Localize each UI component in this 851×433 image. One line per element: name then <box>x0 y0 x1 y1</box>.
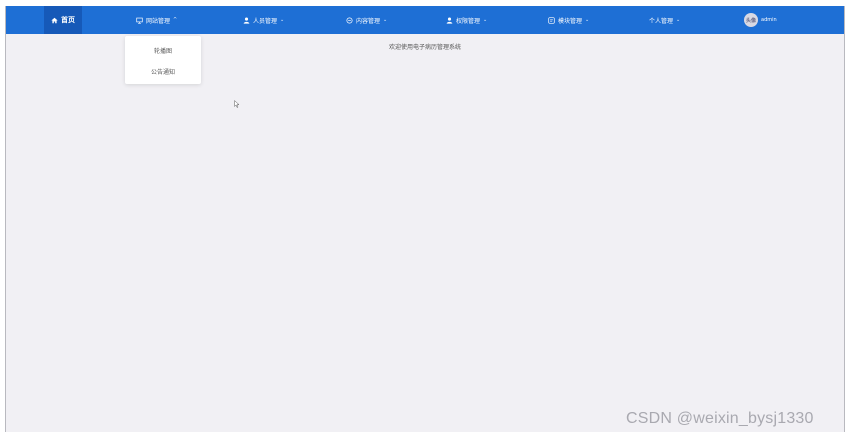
nav-permission-management-label: 权限管理 <box>456 17 481 25</box>
watermark: CSDN @weixin_bysj1330 <box>626 410 814 427</box>
nav-module-management-label: 模块管理 <box>558 17 583 25</box>
username: admin <box>761 17 777 23</box>
chevron-down-icon: ⌄ <box>585 17 590 23</box>
nav-website-management[interactable]: 网站管理 ^ <box>136 6 177 34</box>
top-navbar: 首页 网站管理 ^ 人员管理 ⌄ 内容管理 ⌄ 权限管理 ⌄ 模块管理 ⌄ 个人… <box>6 6 844 34</box>
nav-home[interactable]: 首页 <box>44 6 82 34</box>
nav-content-management[interactable]: 内容管理 ⌄ <box>346 6 387 34</box>
avatar: 头像 <box>744 13 758 27</box>
nav-personnel-management[interactable]: 人员管理 ⌄ <box>243 6 284 34</box>
nav-website-management-label: 网站管理 <box>146 17 171 25</box>
chevron-down-icon: ⌄ <box>483 17 488 23</box>
module-icon <box>548 16 555 24</box>
content-icon <box>346 16 353 24</box>
user-menu[interactable]: 头像 admin <box>744 6 777 34</box>
mouse-cursor-icon <box>234 100 240 108</box>
chevron-down-icon: ⌄ <box>676 17 681 23</box>
nav-personnel-management-label: 人员管理 <box>253 17 278 25</box>
chevron-down-icon: ⌄ <box>280 17 285 23</box>
chevron-up-icon: ^ <box>173 17 178 23</box>
chevron-down-icon: ⌄ <box>383 17 388 23</box>
dropdown-item-announcement[interactable]: 公告通知 <box>125 67 201 76</box>
monitor-icon <box>136 17 143 24</box>
nav-personal-management-label: 个人管理 <box>649 17 674 25</box>
app-window: 首页 网站管理 ^ 人员管理 ⌄ 内容管理 ⌄ 权限管理 ⌄ 模块管理 ⌄ 个人… <box>5 6 845 432</box>
user-icon <box>446 17 453 24</box>
user-icon <box>243 17 250 24</box>
nav-home-label: 首页 <box>61 16 75 24</box>
nav-permission-management[interactable]: 权限管理 ⌄ <box>446 6 487 34</box>
home-icon <box>51 17 58 24</box>
nav-module-management[interactable]: 模块管理 ⌄ <box>548 6 589 34</box>
nav-personal-management[interactable]: 个人管理 ⌄ <box>649 6 680 34</box>
welcome-message: 欢迎使用电子病历管理系统 <box>388 44 461 51</box>
nav-content-management-label: 内容管理 <box>356 17 381 25</box>
